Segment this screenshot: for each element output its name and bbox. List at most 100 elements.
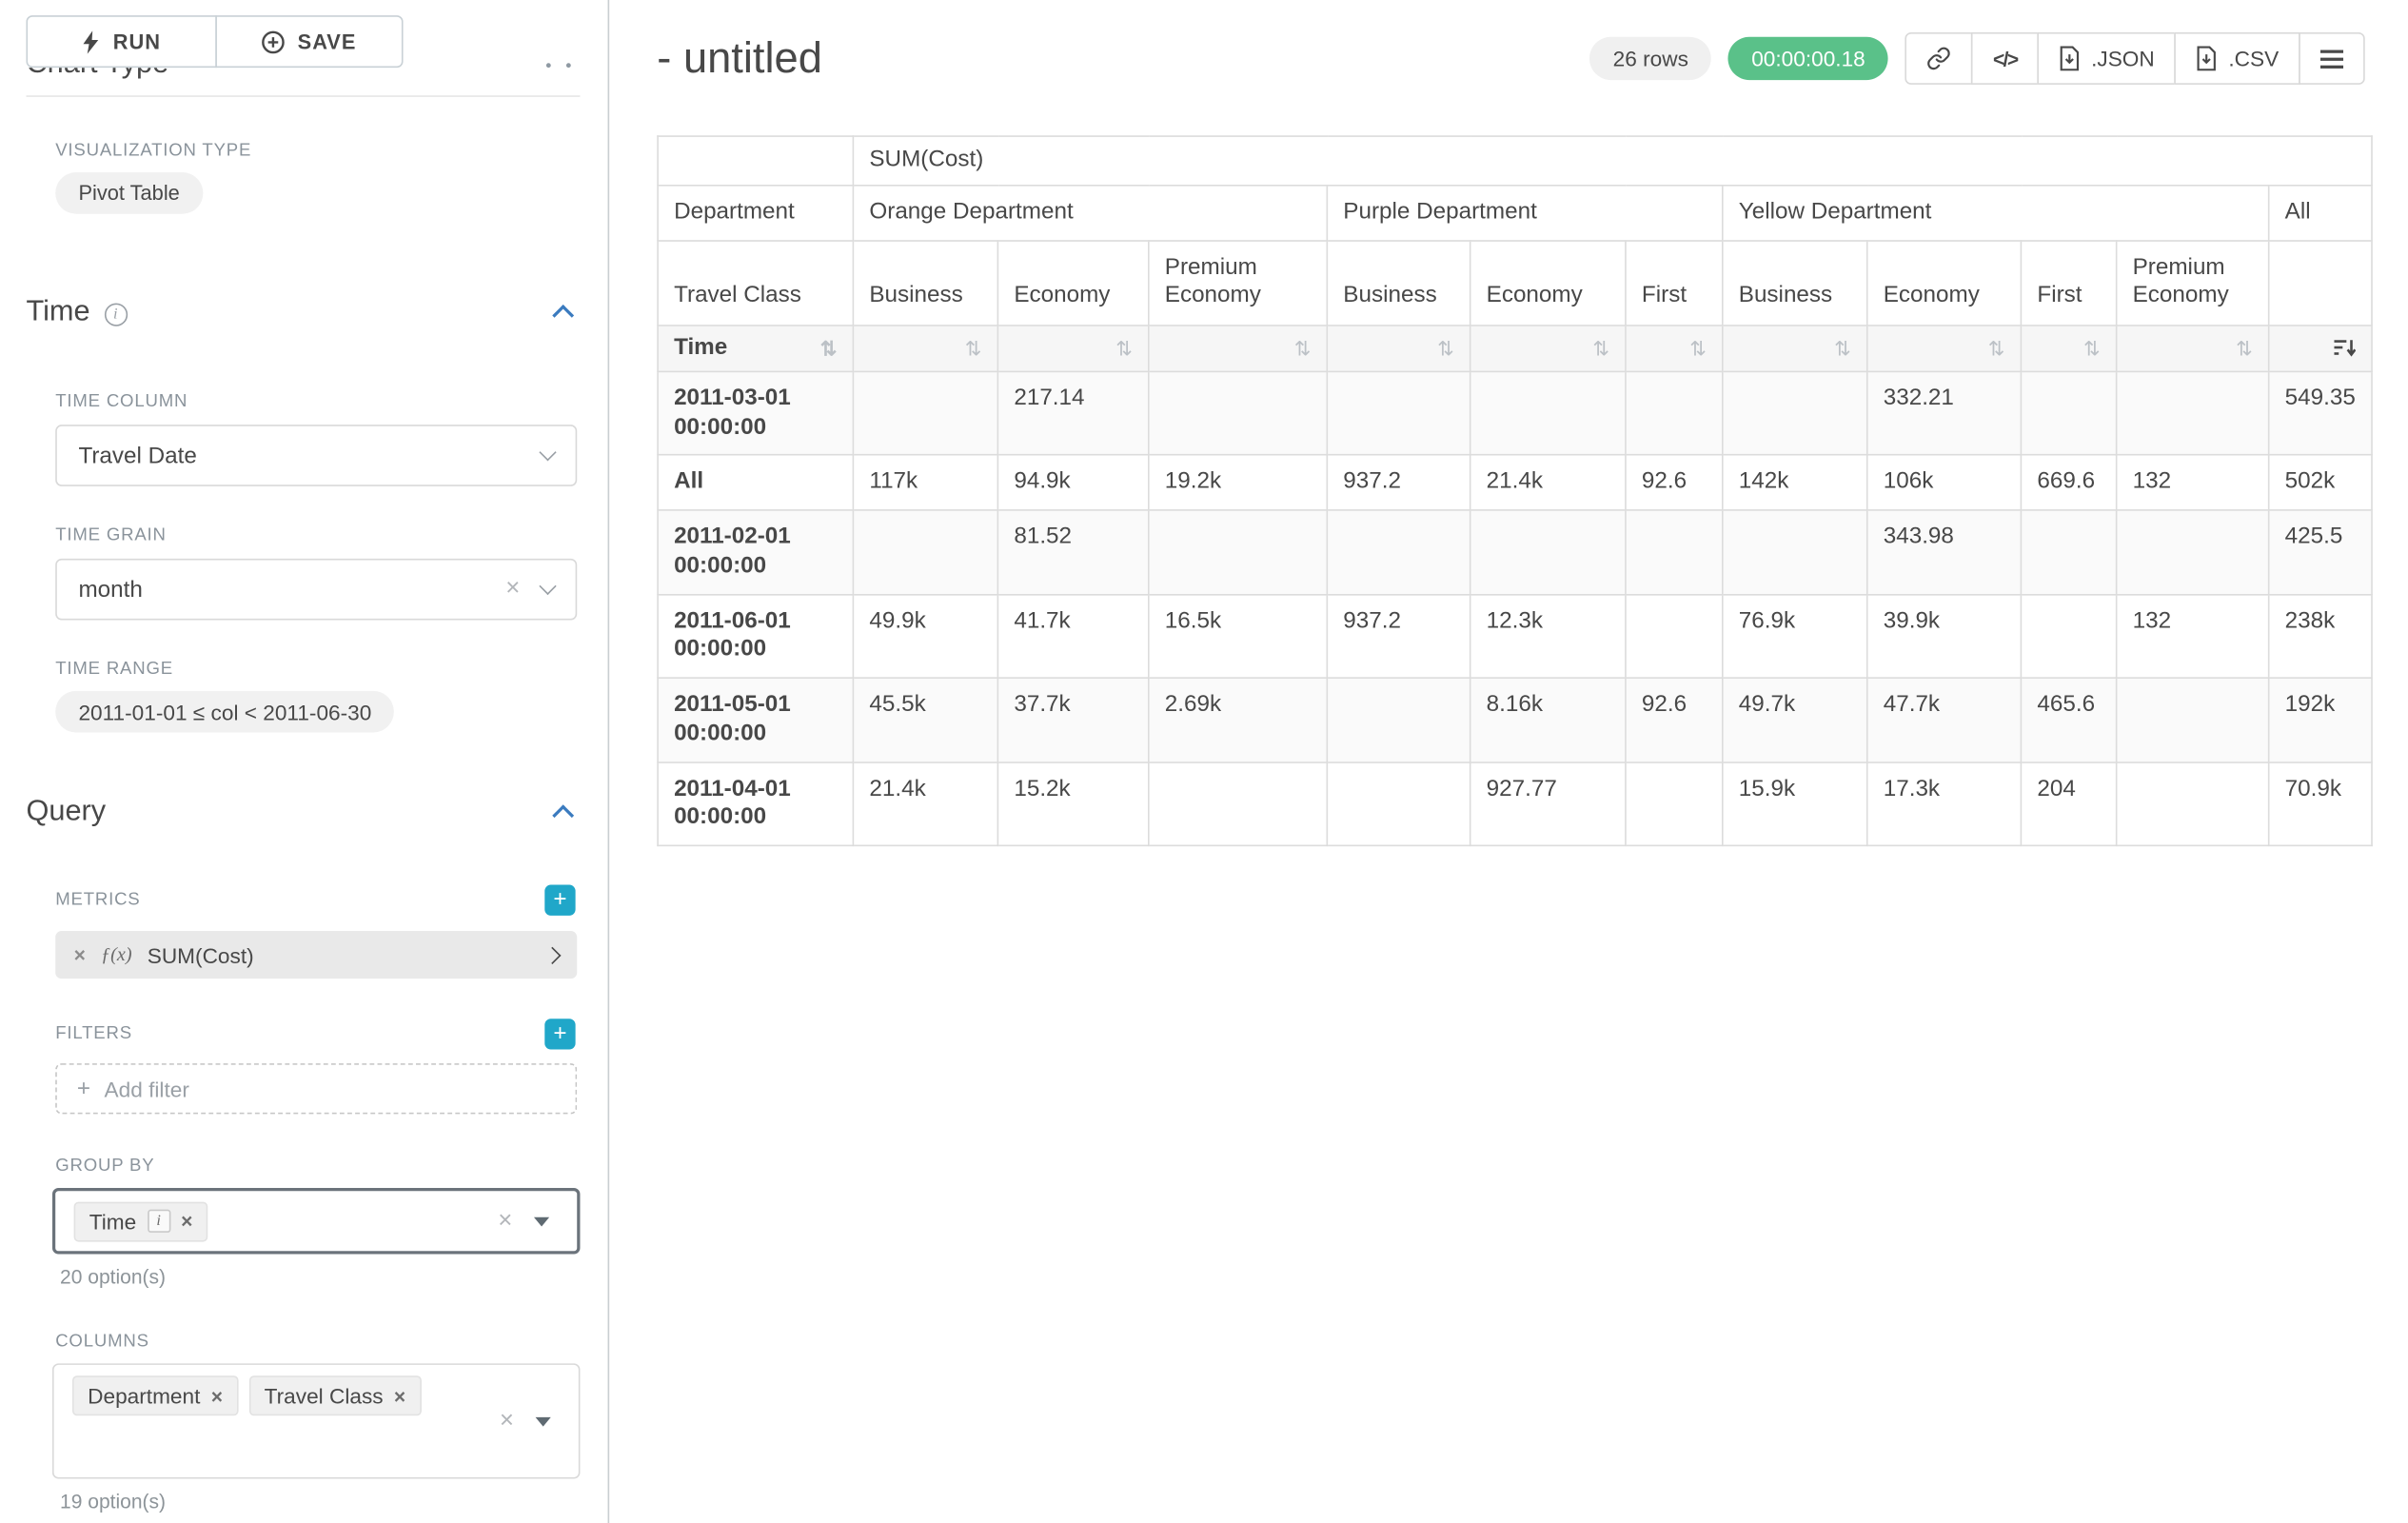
chevron-down-icon	[539, 578, 556, 595]
pivot-cell	[2117, 678, 2269, 762]
pivot-cell	[2117, 510, 2269, 594]
columns-chip-travel-class[interactable]: Travel Class	[248, 1375, 421, 1415]
pivot-row-label: 2011-05-01 00:00:00	[658, 678, 853, 762]
share-link-button[interactable]	[1905, 32, 1973, 85]
travel-class-header: Economy	[997, 240, 1148, 326]
remove-chip-icon[interactable]	[211, 1386, 223, 1406]
results-toolbar: 26 rows 00:00:00.18 .JSON .CSV	[1589, 32, 2364, 85]
caret-down-icon	[534, 1216, 549, 1226]
sort-icon[interactable]	[1689, 338, 1707, 358]
group-by-chip-time[interactable]: Time	[74, 1201, 208, 1241]
row-dimension-label: Time	[658, 326, 853, 371]
time-range-label: TIME RANGE	[55, 661, 173, 679]
embed-code-button[interactable]	[1971, 32, 2039, 85]
save-button[interactable]: SAVE	[215, 15, 403, 68]
pivot-cell	[1723, 510, 1867, 594]
pivot-cell: 81.52	[997, 510, 1148, 594]
travel-class-header: Economy	[1867, 240, 2022, 326]
plus-icon	[77, 1076, 90, 1101]
sort-icon[interactable]	[1988, 338, 2005, 358]
time-section-header[interactable]: Time	[26, 295, 127, 329]
pivot-cell: 37.7k	[997, 678, 1148, 762]
pivot-cell: 19.2k	[1149, 455, 1328, 510]
chip-label: Department	[88, 1383, 200, 1408]
export-csv-button[interactable]: .CSV	[2175, 32, 2300, 85]
link-icon	[1926, 46, 1951, 70]
sort-icon[interactable]	[1437, 338, 1454, 358]
chevron-right-icon[interactable]	[543, 946, 561, 963]
run-button[interactable]: RUN	[26, 15, 216, 68]
chevron-up-icon[interactable]	[552, 804, 574, 826]
pivot-cell	[2021, 371, 2116, 455]
pivot-cell	[1470, 371, 1626, 455]
sort-cell	[997, 326, 1148, 371]
travel-class-header: Premium Economy	[1149, 240, 1328, 326]
columns-select[interactable]: Department Travel Class	[52, 1363, 580, 1478]
remove-metric-icon[interactable]	[74, 945, 86, 965]
code-icon	[1993, 46, 2018, 70]
sort-descending-icon[interactable]	[2334, 338, 2356, 358]
visualization-type-label: VISUALIZATION TYPE	[55, 142, 251, 160]
add-filter-button[interactable]	[544, 1019, 575, 1049]
sort-icon[interactable]	[1115, 338, 1133, 358]
group-by-label: GROUP BY	[55, 1157, 154, 1176]
query-section-header[interactable]: Query	[26, 796, 106, 830]
table-row: 2011-05-01 00:00:0045.5k37.7k2.69k8.16k9…	[658, 678, 2372, 762]
export-json-button[interactable]: .JSON	[2038, 32, 2177, 85]
sort-icon[interactable]	[1834, 338, 1851, 358]
pivot-row-label: All	[658, 455, 853, 510]
metric-header: SUM(Cost)	[853, 136, 2371, 185]
visualization-type-value[interactable]: Pivot Table	[55, 172, 203, 214]
pivot-cell	[2117, 762, 2269, 845]
pivot-cell: 204	[2021, 762, 2116, 845]
pivot-table: SUM(Cost)DepartmentOrange DepartmentPurp…	[657, 135, 2372, 846]
sort-icon[interactable]	[1294, 338, 1312, 358]
pivot-cell: 343.98	[1867, 510, 2022, 594]
sort-cell	[1470, 326, 1626, 371]
remove-chip-icon[interactable]	[394, 1386, 405, 1406]
clear-all-icon[interactable]	[500, 1409, 514, 1434]
pivot-cell: 39.9k	[1867, 594, 2022, 678]
group-by-select[interactable]: Time	[52, 1188, 580, 1255]
pivot-cell: 21.4k	[853, 762, 997, 845]
sort-icon[interactable]	[2083, 338, 2101, 358]
time-grain-select[interactable]: month	[55, 559, 577, 621]
table-row: All117k94.9k19.2k937.221.4k92.6142k106k6…	[658, 455, 2372, 510]
sort-cell	[1327, 326, 1470, 371]
metric-item[interactable]: ƒ(x) SUM(Cost)	[55, 931, 577, 979]
add-filter-dropzone[interactable]: Add filter	[55, 1063, 577, 1114]
add-metric-button[interactable]	[544, 885, 575, 916]
time-grain-value: month	[78, 576, 142, 602]
pivot-cell: 465.6	[2021, 678, 2116, 762]
export-button-group: .JSON .CSV	[1905, 32, 2365, 85]
collapse-chevron-partial-icon[interactable]	[546, 63, 571, 69]
chevron-up-icon[interactable]	[552, 305, 574, 326]
pivot-cell: 21.4k	[1470, 455, 1626, 510]
time-range-value[interactable]: 2011-01-01 ≤ col < 2011-06-30	[55, 691, 394, 733]
travel-class-header: First	[1626, 240, 1723, 326]
sort-icon[interactable]	[2236, 338, 2253, 358]
time-column-select[interactable]: Travel Date	[55, 425, 577, 486]
pivot-cell	[2021, 594, 2116, 678]
sort-icon[interactable]	[965, 338, 982, 358]
travel-class-header	[2269, 240, 2372, 326]
pivot-cell	[853, 371, 997, 455]
pivot-cell: 92.6	[1626, 678, 1723, 762]
pivot-cell: 17.3k	[1867, 762, 2022, 845]
chart-title: - untitled	[657, 34, 822, 84]
clear-icon[interactable]	[505, 577, 520, 602]
clear-all-icon[interactable]	[498, 1209, 512, 1234]
sort-cell	[2269, 326, 2372, 371]
remove-chip-icon[interactable]	[181, 1211, 192, 1231]
pivot-cell	[1723, 371, 1867, 455]
sort-icon[interactable]	[820, 338, 838, 358]
travel-class-header: Business	[853, 240, 997, 326]
sort-icon[interactable]	[1592, 338, 1609, 358]
department-header: All	[2269, 185, 2372, 240]
pivot-cell	[1327, 762, 1470, 845]
columns-chip-department[interactable]: Department	[72, 1375, 238, 1415]
pivot-cell: 132	[2117, 594, 2269, 678]
columns-options-hint: 19 option(s)	[60, 1490, 166, 1513]
menu-button[interactable]	[2299, 32, 2365, 85]
caret-down-icon	[536, 1416, 551, 1426]
